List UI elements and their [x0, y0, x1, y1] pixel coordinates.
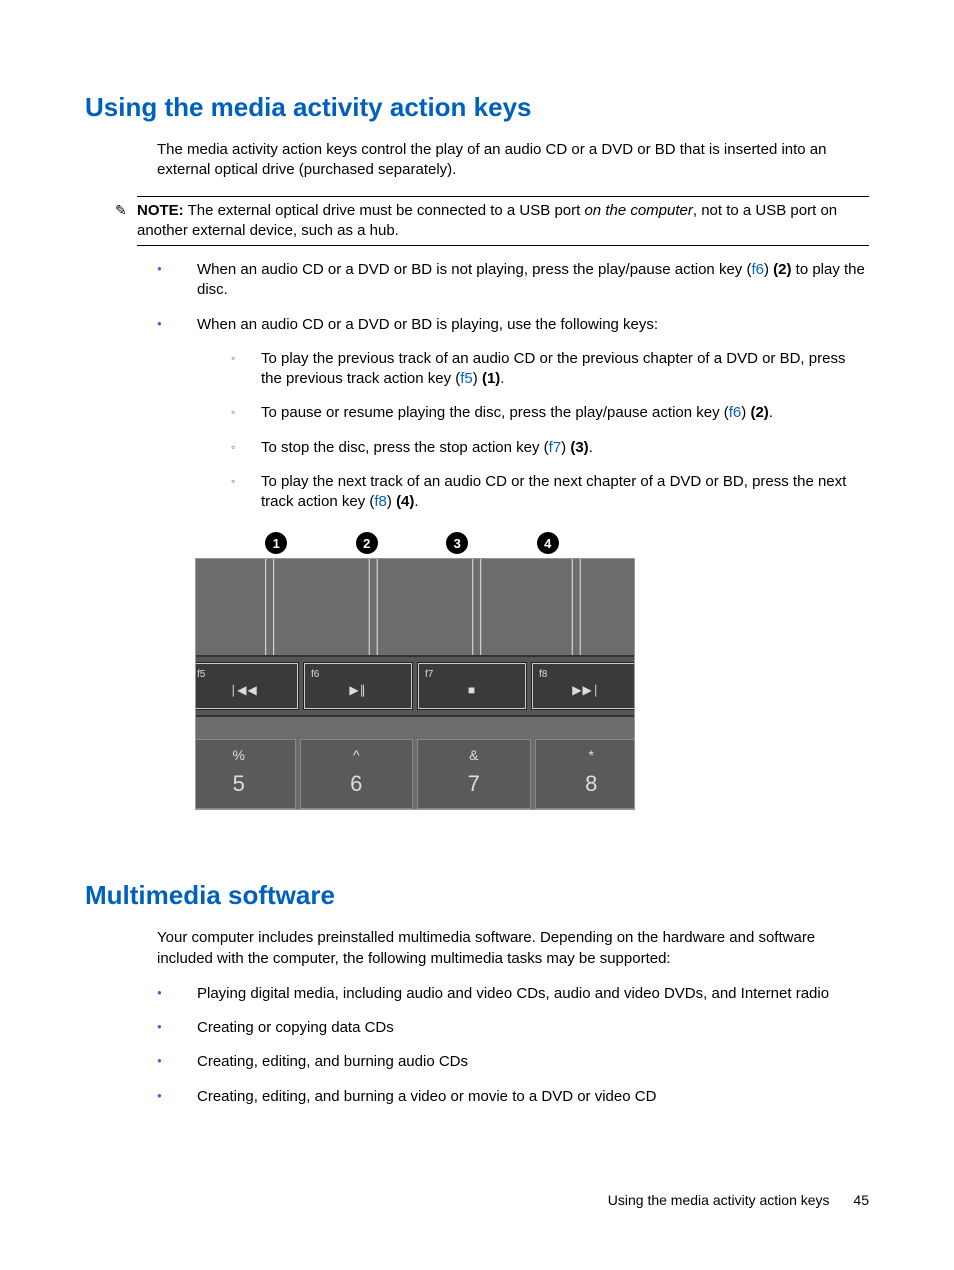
next-track-icon: ▶▶∣ [533, 682, 635, 698]
intro-paragraph: The media activity action keys control t… [157, 140, 869, 181]
callout-badge-2: 2 [356, 532, 378, 554]
bullet-list-1: When an audio CD or a DVD or BD is not p… [157, 260, 869, 512]
function-key-ref: f6 [729, 404, 742, 421]
stop-icon: ■ [419, 682, 525, 698]
key-f7-stop: f7■ [418, 663, 526, 709]
list-item: Creating, editing, and burning audio CDs [157, 1052, 869, 1072]
callout-badge-3: 3 [446, 532, 468, 554]
note-label: NOTE: [137, 202, 184, 219]
bullet-list-2: Playing digital media, including audio a… [157, 984, 869, 1107]
footer-text: Using the media activity action keys [608, 1192, 830, 1208]
note-block: ✎ NOTE: The external optical drive must … [137, 196, 869, 247]
text-post: . [500, 370, 504, 387]
callout-badge-1: 1 [265, 532, 287, 554]
text-mid: ) [764, 261, 773, 278]
callout-ref: (2) [773, 261, 791, 278]
text-post: . [769, 404, 773, 421]
text-mid: ) [473, 370, 482, 387]
function-key-ref: f7 [549, 439, 562, 456]
section-heading-1: Using the media activity action keys [85, 90, 869, 125]
text-mid: ) [387, 493, 396, 510]
list-item: When an audio CD or a DVD or BD is playi… [157, 315, 869, 513]
list-item: To play the previous track of an audio C… [231, 349, 869, 390]
key-6: ^6 [300, 739, 414, 809]
intro-paragraph-2: Your computer includes preinstalled mult… [157, 928, 869, 969]
play-pause-icon: ▶∥ [305, 682, 411, 698]
text-pre: To play the next track of an audio CD or… [261, 473, 846, 510]
key-f5-prev-track: f5∣◀◀ [195, 663, 298, 709]
sub-bullet-list: To play the previous track of an audio C… [231, 349, 869, 513]
key-8: *8 [535, 739, 636, 809]
callout-ref: (4) [396, 493, 414, 510]
callout-ref: (1) [482, 370, 500, 387]
leader-lines [196, 559, 634, 655]
note-icon: ✎ [115, 201, 127, 220]
text-pre: When an audio CD or a DVD or BD is not p… [197, 261, 751, 278]
text-post: . [589, 439, 593, 456]
key-f8-next-track: f8▶▶∣ [532, 663, 635, 709]
callout-badge-4: 4 [537, 532, 559, 554]
list-item: To stop the disc, press the stop action … [231, 438, 869, 458]
note-text-pre: The external optical drive must be conne… [188, 202, 585, 219]
section-heading-2: Multimedia software [85, 878, 869, 913]
text-pre: To stop the disc, press the stop action … [261, 439, 549, 456]
list-item: To pause or resume playing the disc, pre… [231, 403, 869, 423]
text-mid: ) [561, 439, 570, 456]
key-f6-play-pause: f6▶∥ [304, 663, 412, 709]
text: When an audio CD or a DVD or BD is playi… [197, 316, 658, 333]
list-item: Playing digital media, including audio a… [157, 984, 869, 1004]
list-item: To play the next track of an audio CD or… [231, 472, 869, 513]
text-post: . [414, 493, 418, 510]
function-key-ref: f8 [374, 493, 387, 510]
list-item: Creating or copying data CDs [157, 1018, 869, 1038]
function-key-ref: f5 [460, 370, 473, 387]
page-number: 45 [853, 1192, 869, 1208]
callout-ref: (3) [570, 439, 588, 456]
function-key-ref: f6 [751, 261, 764, 278]
key-7: &7 [417, 739, 531, 809]
keyboard-diagram: 1 2 3 4 f5∣◀◀ f6▶∥ f7■ f8▶▶∣ %5 ^6 &7 [195, 532, 635, 810]
list-item: When an audio CD or a DVD or BD is not p… [157, 260, 869, 301]
text-pre: To play the previous track of an audio C… [261, 350, 845, 387]
prev-track-icon: ∣◀◀ [195, 682, 297, 698]
note-emphasis: on the computer [584, 202, 692, 219]
text-pre: To pause or resume playing the disc, pre… [261, 404, 729, 421]
key-5: %5 [195, 739, 296, 809]
callout-ref: (2) [750, 404, 768, 421]
list-item: Creating, editing, and burning a video o… [157, 1087, 869, 1107]
page-footer: Using the media activity action keys 45 [608, 1191, 869, 1210]
